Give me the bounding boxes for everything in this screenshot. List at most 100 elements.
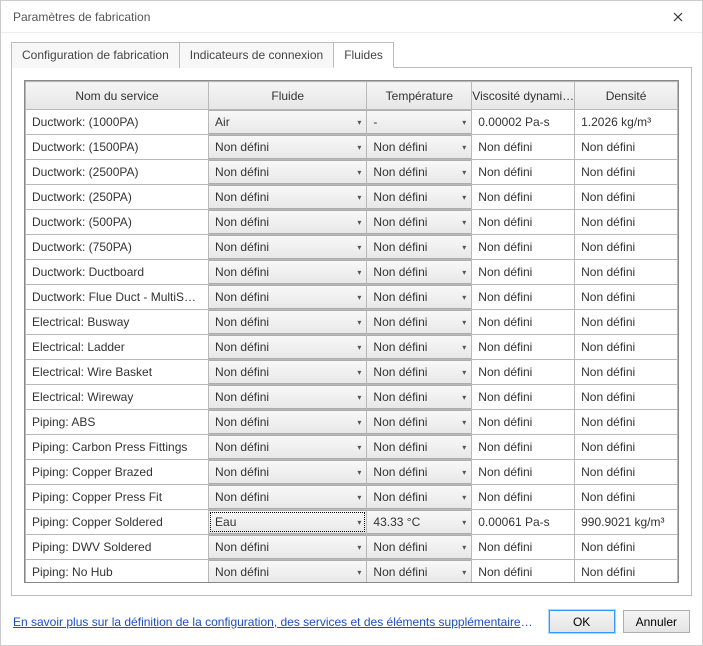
- fluid-value: Non défini: [209, 261, 352, 283]
- service-name-cell[interactable]: Ductwork: (250PA): [26, 185, 208, 209]
- temperature-dropdown[interactable]: Non défini▾: [367, 235, 472, 259]
- tab-0[interactable]: Configuration de fabrication: [11, 42, 180, 68]
- col-header-fluid[interactable]: Fluide: [209, 82, 367, 110]
- table-row: Electrical: Wire BasketNon défini▾Non dé…: [26, 360, 678, 385]
- fluid-dropdown[interactable]: Non défini▾: [209, 460, 367, 484]
- temperature-dropdown[interactable]: Non défini▾: [367, 285, 472, 309]
- service-name-cell[interactable]: Piping: Copper Press Fit: [26, 485, 208, 509]
- service-name-cell[interactable]: Ductwork: (500PA): [26, 210, 208, 234]
- fluid-dropdown[interactable]: Non défini▾: [209, 310, 367, 334]
- fluid-dropdown[interactable]: Non défini▾: [209, 285, 367, 309]
- fluid-dropdown[interactable]: Non défini▾: [209, 210, 367, 234]
- temperature-value: Non défini: [367, 561, 457, 582]
- temperature-value: Non défini: [367, 436, 457, 458]
- service-name-cell[interactable]: Ductwork: (1000PA): [26, 110, 208, 134]
- service-name-cell[interactable]: Piping: DWV Soldered: [26, 535, 208, 559]
- temperature-dropdown[interactable]: Non défini▾: [367, 535, 472, 559]
- col-header-temperature[interactable]: Température: [367, 82, 472, 110]
- viscosity-cell: Non défini: [472, 335, 574, 359]
- chevron-down-icon: ▾: [352, 161, 366, 183]
- fluid-dropdown[interactable]: Non défini▾: [209, 235, 367, 259]
- chevron-down-icon: ▾: [457, 261, 471, 283]
- service-name-cell[interactable]: Electrical: Wireway: [26, 385, 208, 409]
- temperature-dropdown[interactable]: Non défini▾: [367, 360, 472, 384]
- service-name-cell[interactable]: Piping: No Hub: [26, 560, 208, 582]
- temperature-dropdown[interactable]: Non défini▾: [367, 310, 472, 334]
- fluid-value: Non défini: [209, 361, 352, 383]
- table-row: Piping: No HubNon défini▾Non défini▾Non …: [26, 560, 678, 583]
- service-name-cell[interactable]: Ductwork: (2500PA): [26, 160, 208, 184]
- tab-1[interactable]: Indicateurs de connexion: [179, 42, 334, 68]
- temperature-dropdown[interactable]: -▾: [367, 110, 472, 134]
- fluid-dropdown[interactable]: Eau▾: [209, 510, 367, 534]
- col-header-density[interactable]: Densité: [575, 82, 678, 110]
- density-cell: Non défini: [575, 460, 677, 484]
- service-name-cell[interactable]: Piping: Copper Soldered: [26, 510, 208, 534]
- density-cell: Non défini: [575, 285, 677, 309]
- temperature-dropdown[interactable]: Non défini▾: [367, 260, 472, 284]
- temperature-value: -: [367, 111, 457, 133]
- service-name-cell[interactable]: Piping: Copper Brazed: [26, 460, 208, 484]
- col-header-viscosity[interactable]: Viscosité dynamique: [472, 82, 575, 110]
- chevron-down-icon: ▾: [352, 461, 366, 483]
- temperature-value: Non défini: [367, 411, 457, 433]
- temperature-dropdown[interactable]: Non défini▾: [367, 210, 472, 234]
- col-header-service[interactable]: Nom du service: [26, 82, 209, 110]
- ok-button[interactable]: OK: [549, 610, 615, 633]
- fluid-dropdown[interactable]: Non défini▾: [209, 435, 367, 459]
- density-cell: Non défini: [575, 535, 677, 559]
- service-name-cell[interactable]: Ductwork: Flue Duct - MultiShape: [26, 285, 208, 309]
- temperature-dropdown[interactable]: Non défini▾: [367, 410, 472, 434]
- service-name-cell[interactable]: Piping: Carbon Press Fittings: [26, 435, 208, 459]
- fluid-dropdown[interactable]: Non défini▾: [209, 535, 367, 559]
- temperature-value: Non défini: [367, 386, 457, 408]
- fluid-value: Non défini: [209, 211, 352, 233]
- learn-more-link[interactable]: En savoir plus sur la définition de la c…: [13, 615, 533, 629]
- service-name-cell[interactable]: Ductwork: Ductboard: [26, 260, 208, 284]
- table-row: Ductwork: Flue Duct - MultiShapeNon défi…: [26, 285, 678, 310]
- fluid-dropdown[interactable]: Non défini▾: [209, 135, 367, 159]
- fluid-dropdown[interactable]: Non défini▾: [209, 410, 367, 434]
- service-name-cell[interactable]: Electrical: Ladder: [26, 335, 208, 359]
- fluid-dropdown[interactable]: Non défini▾: [209, 360, 367, 384]
- chevron-down-icon: ▾: [352, 136, 366, 158]
- density-cell: Non défini: [575, 385, 677, 409]
- chevron-down-icon: ▾: [457, 236, 471, 258]
- service-name-cell[interactable]: Ductwork: (750PA): [26, 235, 208, 259]
- temperature-dropdown[interactable]: Non défini▾: [367, 160, 472, 184]
- fluid-value: Non défini: [209, 486, 352, 508]
- temperature-dropdown[interactable]: Non défini▾: [367, 135, 472, 159]
- temperature-dropdown[interactable]: Non défini▾: [367, 335, 472, 359]
- fluid-dropdown[interactable]: Non défini▾: [209, 185, 367, 209]
- temperature-dropdown[interactable]: Non défini▾: [367, 460, 472, 484]
- fluid-dropdown[interactable]: Non défini▾: [209, 485, 367, 509]
- service-name-cell[interactable]: Electrical: Wire Basket: [26, 360, 208, 384]
- temperature-dropdown[interactable]: Non défini▾: [367, 435, 472, 459]
- fluid-dropdown[interactable]: Air▾: [209, 110, 367, 134]
- fluid-dropdown[interactable]: Non défini▾: [209, 335, 367, 359]
- temperature-dropdown[interactable]: 43.33 °C▾: [367, 510, 472, 534]
- fluid-value: Non défini: [209, 286, 352, 308]
- chevron-down-icon: ▾: [457, 361, 471, 383]
- fluid-dropdown[interactable]: Non défini▾: [209, 385, 367, 409]
- temperature-dropdown[interactable]: Non défini▾: [367, 185, 472, 209]
- dialog-footer: En savoir plus sur la définition de la c…: [1, 604, 702, 645]
- temperature-dropdown[interactable]: Non défini▾: [367, 385, 472, 409]
- viscosity-cell: Non défini: [472, 560, 574, 582]
- close-button[interactable]: [662, 6, 694, 28]
- temperature-dropdown[interactable]: Non défini▾: [367, 485, 472, 509]
- temperature-dropdown[interactable]: Non défini▾: [367, 560, 472, 582]
- tab-2[interactable]: Fluides: [333, 42, 394, 68]
- viscosity-cell: Non défini: [472, 385, 574, 409]
- fluid-dropdown[interactable]: Non défini▾: [209, 560, 367, 582]
- table-row: Ductwork: (1500PA)Non défini▾Non défini▾…: [26, 135, 678, 160]
- service-name-cell[interactable]: Ductwork: (1500PA): [26, 135, 208, 159]
- service-name-cell[interactable]: Electrical: Busway: [26, 310, 208, 334]
- fluid-dropdown[interactable]: Non défini▾: [209, 260, 367, 284]
- fluids-table-scroll[interactable]: Nom du service Fluide Température Viscos…: [25, 81, 678, 582]
- service-name-cell[interactable]: Piping: ABS: [26, 410, 208, 434]
- table-row: Electrical: BuswayNon défini▾Non défini▾…: [26, 310, 678, 335]
- fluid-dropdown[interactable]: Non défini▾: [209, 160, 367, 184]
- cancel-button[interactable]: Annuler: [623, 610, 690, 633]
- table-row: Ductwork: (2500PA)Non défini▾Non défini▾…: [26, 160, 678, 185]
